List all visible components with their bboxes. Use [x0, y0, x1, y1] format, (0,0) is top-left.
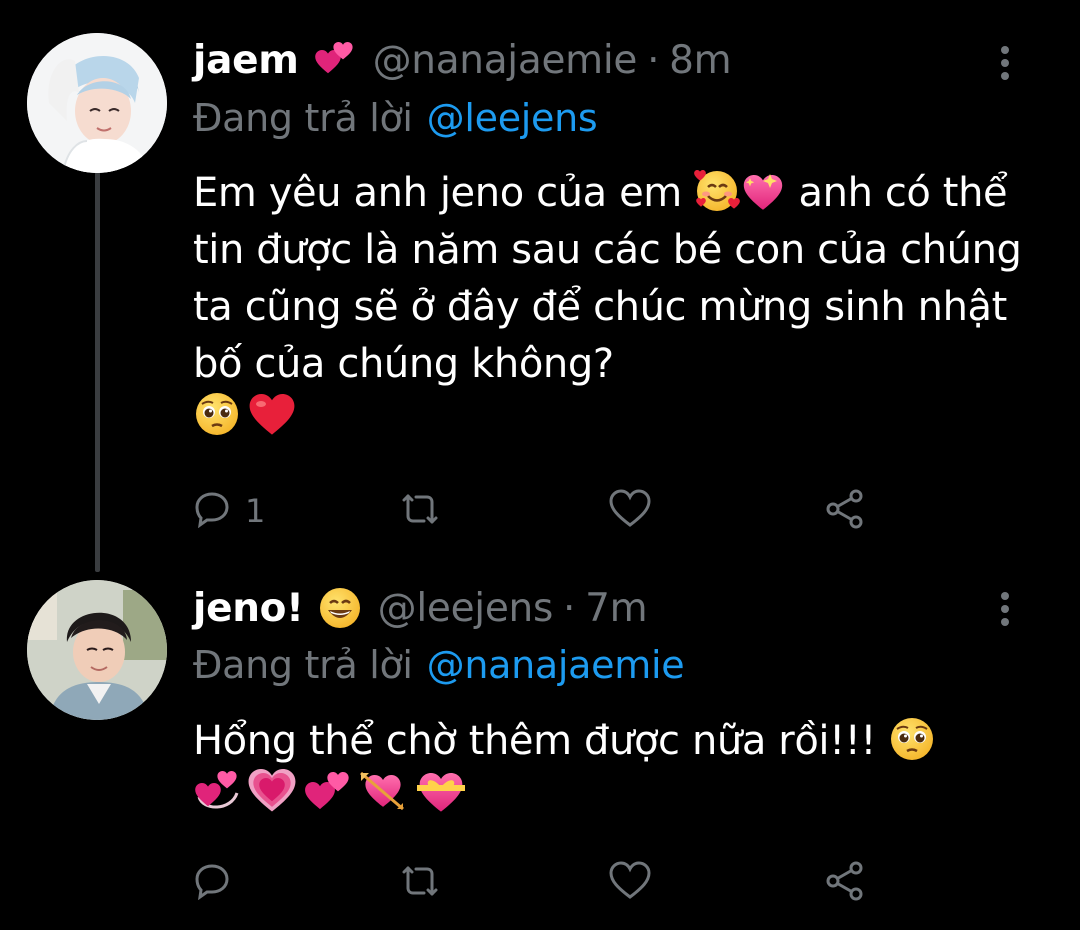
- tweet-header: jeno! @leejens · 7m: [193, 580, 648, 636]
- avatar-jeno[interactable]: [27, 580, 167, 720]
- share-icon: [823, 860, 867, 906]
- replying-to: Đang trả lời @nanajaemie: [193, 640, 685, 690]
- replying-to: Đang trả lời @leejens: [193, 93, 598, 143]
- reply-icon: [193, 490, 231, 532]
- timestamp[interactable]: 8m: [669, 38, 732, 83]
- user-handle[interactable]: @leejens: [378, 586, 554, 631]
- replying-to-link[interactable]: @leejens: [427, 96, 598, 140]
- tweet-header: jaem @nanajaemie · 8m: [193, 32, 732, 88]
- share-icon: [823, 488, 867, 534]
- reply-button[interactable]: [193, 858, 245, 908]
- replying-to-label: Đang trả lời: [193, 96, 413, 140]
- tweet-actions: 1: [193, 486, 893, 536]
- tweet-actions: [193, 858, 893, 908]
- retweet-button[interactable]: [398, 486, 442, 536]
- separator-dot: ·: [647, 37, 660, 83]
- heart-with-arrow-icon: [357, 767, 409, 831]
- like-button[interactable]: [608, 486, 652, 536]
- growing-heart-icon: [247, 767, 297, 831]
- retweet-icon: [398, 490, 442, 532]
- display-name[interactable]: jeno!: [193, 586, 304, 631]
- two-hearts-icon: [303, 768, 351, 830]
- tweet-text: Em yêu anh jeno của em anh có thể tin đư…: [193, 165, 1053, 450]
- reply-button[interactable]: 1: [193, 486, 265, 536]
- heart-outline-icon: [608, 861, 652, 905]
- reply-icon: [193, 862, 231, 904]
- sparkling-heart-icon: [740, 168, 786, 214]
- two-hearts-icon: [313, 40, 357, 80]
- tweet-text: Hổng thể chờ thêm được nữa rồi!!!: [193, 713, 1053, 827]
- tweet-text-part-1: Em yêu anh jeno của em: [193, 170, 682, 216]
- pleading-face-icon: [193, 390, 241, 454]
- pleading-face-icon: [888, 715, 936, 763]
- reply-count: 1: [245, 492, 266, 530]
- tweet-text-content: Hổng thể chờ thêm được nữa rồi!!!: [193, 718, 877, 764]
- like-button[interactable]: [608, 858, 652, 908]
- red-heart-icon: [247, 390, 297, 454]
- emoji-row: [193, 392, 1053, 450]
- timestamp[interactable]: 7m: [585, 586, 648, 631]
- retweet-icon: [398, 862, 442, 904]
- heart-with-ribbon-icon: [415, 767, 467, 831]
- heart-outline-icon: [608, 489, 652, 533]
- user-handle[interactable]: @nanajaemie: [373, 38, 638, 83]
- thread-connector-line: [95, 172, 100, 572]
- share-button[interactable]: [823, 486, 867, 536]
- display-name[interactable]: jaem: [193, 38, 299, 83]
- replying-to-link[interactable]: @nanajaemie: [427, 643, 685, 687]
- more-vertical-icon[interactable]: [990, 40, 1020, 86]
- smiling-face-with-hearts-icon: [694, 168, 741, 214]
- replying-to-label: Đang trả lời: [193, 643, 413, 687]
- grinning-face-icon: [318, 586, 362, 630]
- retweet-button[interactable]: [398, 858, 442, 908]
- separator-dot: ·: [562, 585, 576, 631]
- emoji-row: [193, 768, 1053, 830]
- more-vertical-icon[interactable]: [990, 586, 1020, 632]
- revolving-hearts-icon: [193, 767, 241, 831]
- avatar-jaem[interactable]: [27, 33, 167, 173]
- share-button[interactable]: [823, 858, 867, 908]
